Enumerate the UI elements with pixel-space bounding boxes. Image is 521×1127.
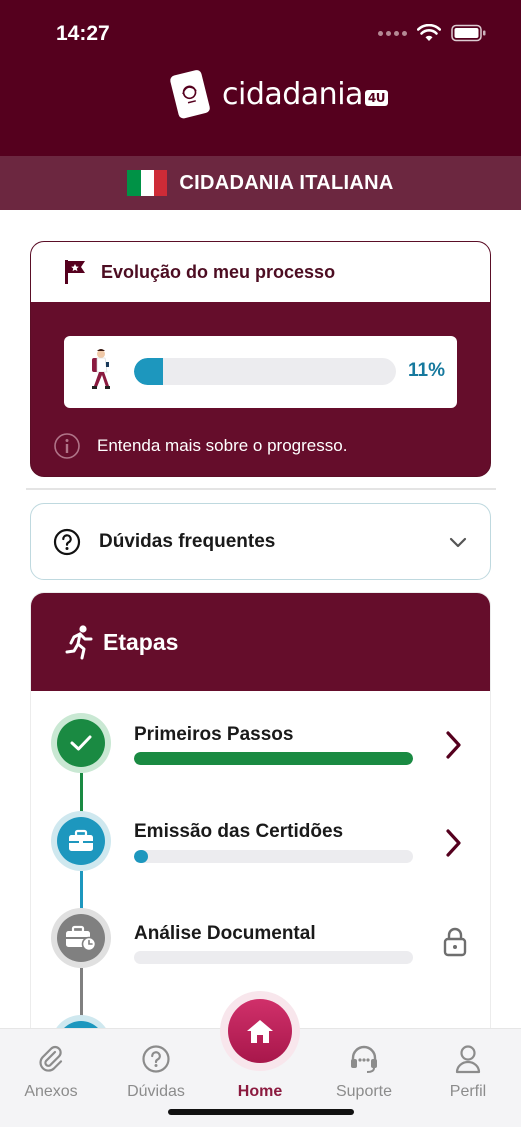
progress-title: Evolução do meu processo — [101, 261, 336, 282]
person-icon — [455, 1045, 481, 1074]
overall-progress-bar — [134, 358, 396, 385]
traveler-icon — [92, 349, 110, 389]
nav-item-duvidas[interactable]: Dúvidas — [106, 1043, 206, 1101]
step-progress-bar — [134, 951, 413, 964]
nav-label: Anexos — [24, 1083, 78, 1100]
battery-icon — [451, 24, 486, 42]
progress-percent: 11% — [408, 360, 445, 381]
progress-info-text: Entenda mais sobre o progresso. — [97, 436, 348, 455]
lock-icon — [443, 927, 467, 957]
signal-icon — [378, 30, 407, 36]
home-indicator — [168, 1109, 354, 1115]
divider — [26, 488, 496, 490]
briefcase-icon — [69, 829, 93, 851]
nav-item-suporte[interactable]: Suporte — [314, 1043, 414, 1101]
question-circle-icon — [142, 1045, 170, 1073]
nav-item-perfil[interactable]: Perfil — [418, 1043, 518, 1101]
chevron-right-icon[interactable] — [443, 729, 463, 761]
status-icons — [378, 24, 487, 42]
briefcase-clock-icon — [66, 925, 97, 951]
step-status-circle — [51, 713, 111, 773]
paperclip-icon — [39, 1045, 63, 1072]
check-icon — [70, 735, 92, 751]
brand-logo: cidadania 4U — [168, 68, 389, 120]
progress-info-link[interactable]: Entenda mais sobre o progresso. — [53, 432, 347, 460]
overall-progress-fill — [134, 358, 163, 385]
faq-dropdown[interactable]: Dúvidas frequentes — [30, 503, 491, 580]
etapas-header: Etapas — [31, 593, 490, 691]
chevron-down-icon — [449, 537, 467, 547]
info-icon — [54, 433, 80, 459]
nav-label: Perfil — [449, 1083, 487, 1100]
step-progress-bar — [134, 850, 413, 863]
step-title: Primeiros Passos — [134, 724, 294, 745]
country-title: CIDADANIA ITALIANA — [179, 171, 394, 194]
nav-label: Dúvidas — [127, 1083, 185, 1100]
brand-badge: 4U — [364, 89, 389, 106]
headset-icon — [351, 1045, 377, 1073]
etapas-title: Etapas — [103, 628, 179, 655]
step-title: Emissão das Certidões — [134, 821, 344, 842]
home-button[interactable] — [220, 991, 300, 1071]
running-person-icon — [65, 625, 93, 660]
faq-title: Dúvidas frequentes — [99, 530, 276, 552]
step-title: Análise Documental — [134, 923, 316, 944]
question-circle-icon — [53, 528, 81, 555]
step-status-circle — [51, 908, 111, 968]
progress-panel: 11% — [64, 336, 457, 408]
step-item-primeiros-passos[interactable]: Primeiros Passos — [31, 705, 490, 785]
brand-name-text: cidadania — [222, 76, 363, 112]
chevron-right-icon[interactable] — [443, 827, 463, 859]
italy-flag-icon — [127, 170, 168, 196]
step-progress-bar — [134, 752, 413, 765]
step-progress-fill — [134, 752, 413, 765]
step-item-analise-documental: Análise Documental — [31, 903, 490, 983]
wifi-icon — [417, 24, 441, 41]
flag-icon — [65, 260, 85, 284]
step-status-circle — [51, 811, 111, 871]
etapas-card: Etapas Primeiros Passos Emissão das Cert… — [30, 592, 491, 1052]
nav-label: Home — [237, 1083, 283, 1100]
step-progress-fill — [134, 850, 148, 863]
brand-name: cidadania 4U — [222, 76, 389, 112]
home-button-inner — [228, 999, 292, 1063]
nav-label: Suporte — [335, 1083, 393, 1100]
step-item-emissao-certidoes[interactable]: Emissão das Certidões — [31, 803, 490, 883]
status-time: 14:27 — [56, 22, 110, 45]
app-header: 14:27 cidadania 4U — [0, 0, 521, 156]
progress-card-header: Evolução do meu processo — [31, 242, 490, 302]
nav-item-anexos[interactable]: Anexos — [1, 1043, 101, 1101]
country-bar: CIDADANIA ITALIANA — [0, 156, 521, 210]
home-icon — [247, 1020, 273, 1043]
process-progress-card[interactable]: Evolução do meu processo 11% Entenda mai… — [30, 241, 491, 477]
passport-logo-icon — [170, 70, 210, 119]
